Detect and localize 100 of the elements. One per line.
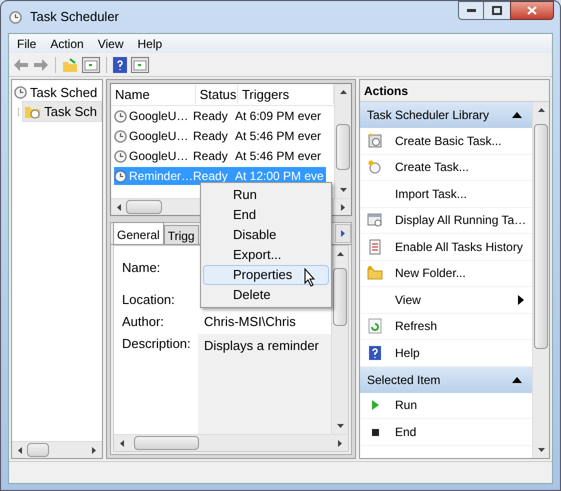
clock-icon [114, 130, 127, 142]
menu-item[interactable]: Export... [203, 245, 329, 265]
close-button[interactable] [510, 1, 554, 20]
scroll-thumb[interactable] [134, 436, 199, 450]
table-row[interactable]: GoogleU… Ready At 5:46 PM ever [114, 147, 324, 165]
task-command[interactable]: Create Task... [360, 154, 532, 181]
table-cell-text: Ready [193, 128, 229, 145]
window-clock-icon [367, 212, 383, 228]
tree-item[interactable]: Task Sch [22, 100, 102, 122]
vertical-scrollbar[interactable] [334, 84, 351, 198]
folder-icon [367, 265, 383, 282]
vertical-scrollbar[interactable] [532, 102, 549, 458]
menu-item[interactable]: Delete [203, 285, 329, 305]
help-icon [367, 344, 383, 361]
table-cell-text: At 5:46 PM ever [235, 148, 322, 165]
command-label: Create Task... [395, 159, 469, 176]
tab-scroll-button[interactable] [335, 224, 351, 243]
section-title: Task Scheduler Library [367, 107, 490, 124]
scroll-right-icon[interactable] [338, 440, 342, 447]
tree-item[interactable]: Task Sched [30, 82, 98, 102]
tab[interactable]: General [113, 222, 164, 244]
scroll-right-icon[interactable] [92, 447, 96, 454]
menu-item[interactable]: Action [50, 34, 84, 52]
scroll-thumb[interactable] [27, 443, 49, 457]
scroll-up-icon[interactable] [340, 90, 347, 94]
scroll-thumb[interactable] [333, 268, 347, 326]
scroll-up-icon[interactable] [538, 108, 545, 112]
field-value: Chris-MSI\Chris [203, 313, 297, 331]
menu-item[interactable]: Properties [203, 265, 329, 285]
scroll-left-icon[interactable] [117, 204, 121, 211]
command-label: Refresh [395, 318, 438, 336]
column-header[interactable]: Name [111, 84, 196, 104]
command-label: New Folder... [395, 265, 466, 282]
task-command[interactable]: Create Basic Task... [360, 128, 532, 154]
scroll-thumb[interactable] [336, 124, 350, 170]
table-cell-text: Reminder… [128, 168, 193, 185]
command-label: Help [395, 344, 420, 362]
table-row[interactable]: GoogleU… Ready At 5:46 PM ever [114, 127, 324, 145]
clock-icon [114, 110, 127, 122]
command-label: Display All Running Ta… [395, 212, 526, 230]
maximize-button[interactable] [484, 1, 510, 20]
list-document-icon [367, 238, 383, 255]
section-header[interactable]: Selected Item [360, 366, 532, 392]
close-icon [527, 6, 537, 15]
clock-icon [114, 170, 127, 182]
horizontal-scrollbar[interactable] [12, 441, 102, 458]
pane-header: Actions [360, 80, 549, 102]
field-label: Name: [121, 259, 162, 278]
scroll-thumb[interactable] [126, 200, 162, 214]
scroll-up-icon[interactable] [337, 252, 344, 256]
table-cell-text: GoogleU… [128, 148, 190, 165]
collapse-arrow-icon[interactable] [512, 376, 522, 382]
task-command[interactable]: Enable All Tasks History [360, 234, 532, 260]
right-arrow-icon [341, 230, 345, 237]
table-cell-text: At 6:09 PM ever [235, 108, 322, 125]
vertical-scrollbar[interactable] [331, 246, 348, 434]
section-header[interactable]: Task Scheduler Library [360, 102, 532, 128]
command-label: Enable All Tasks History [395, 238, 523, 256]
scroll-thumb[interactable] [534, 124, 548, 349]
menu-item[interactable]: View [98, 34, 124, 52]
refresh-icon [367, 318, 383, 334]
scroll-down-icon[interactable] [340, 188, 347, 192]
tab[interactable]: Trigg [164, 225, 199, 244]
field-value: Displays a reminder [198, 334, 331, 434]
menu-item[interactable]: Run [203, 185, 329, 205]
scroll-left-icon[interactable] [120, 440, 124, 447]
command-label: End [395, 424, 416, 441]
horizontal-scrollbar[interactable] [114, 434, 348, 451]
column-header[interactable]: Status [196, 84, 238, 104]
minimize-button[interactable] [458, 1, 484, 20]
maximize-icon [492, 6, 502, 15]
field-label: Location: [121, 291, 176, 309]
task-command[interactable]: Display All Running Ta… [360, 208, 532, 234]
window-title: Task Scheduler [30, 8, 119, 26]
task-command[interactable]: New Folder... [360, 260, 532, 287]
scroll-right-icon[interactable] [341, 204, 345, 211]
pane-icon[interactable] [131, 56, 149, 72]
table-row[interactable]: GoogleU… Ready At 6:09 PM ever [114, 107, 324, 125]
table-cell-text: Ready [193, 168, 229, 185]
section-title: Selected Item [367, 372, 440, 388]
table-cell-text: GoogleU… [128, 128, 190, 145]
app-clock-icon [9, 10, 22, 24]
task-command[interactable]: Refresh [360, 314, 532, 340]
menu-item[interactable]: End [203, 205, 329, 225]
menu-item[interactable]: Help [138, 34, 162, 52]
command-label: Create Basic Task... [395, 132, 502, 150]
pane-icon[interactable] [82, 56, 100, 72]
clock-icon [367, 159, 383, 176]
scroll-left-icon[interactable] [18, 447, 22, 454]
scroll-down-icon[interactable] [337, 424, 344, 428]
menu-item[interactable]: File [17, 34, 36, 52]
collapse-arrow-icon[interactable] [512, 112, 522, 118]
help-icon[interactable] [113, 56, 127, 72]
menu-item[interactable]: Disable [203, 225, 329, 245]
clock-icon [14, 86, 27, 99]
scroll-down-icon[interactable] [538, 448, 545, 452]
minimize-icon [466, 9, 476, 12]
clock-icon [114, 150, 127, 162]
field-label: Description: [121, 335, 192, 353]
folder-icon[interactable] [62, 56, 78, 72]
